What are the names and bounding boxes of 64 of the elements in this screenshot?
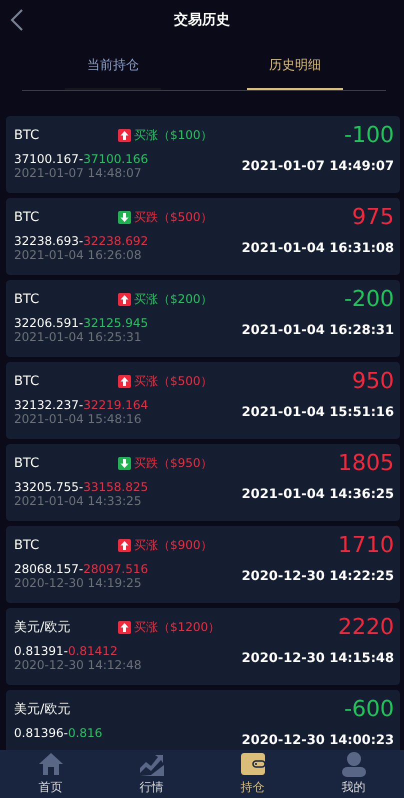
order-label: 买涨（$1200） (134, 618, 220, 636)
symbol-label: BTC (14, 538, 40, 552)
profit-value: 1805 (338, 452, 394, 476)
trade-card[interactable]: BTC 买涨（$500） 950 32132.237-32219.164 2021-01-04 15:48:16 2021-01-04 15:51:16 (6, 362, 400, 439)
trade-card[interactable]: 美元/欧元 -600 0.81396-0.816 2020-12-30 14:00:23 (6, 690, 400, 750)
order-label: 买涨（$500） (134, 372, 213, 390)
trade-card[interactable]: BTC 买涨（$200） -200 32206.591-32125.945 2021-01-04 16:25:31 2021-01-04 16:28:31 (6, 280, 400, 357)
order-label: 买涨（$100） (134, 126, 213, 144)
price-range: 0.81396-0.816 (14, 726, 104, 740)
close-time: 2021-01-04 14:36:25 (242, 486, 394, 502)
price-range: 32238.693-32238.692 (14, 234, 150, 248)
price-range: 32132.237-32219.164 (14, 398, 150, 412)
profit-value: -200 (344, 288, 394, 312)
symbol-label: BTC (14, 374, 40, 388)
page-title: 交易历史 (174, 11, 230, 29)
symbol-label: BTC (14, 456, 40, 470)
symbol-label: 美元/欧元 (14, 619, 72, 636)
open-time: 2020-12-30 14:19:25 (14, 576, 142, 592)
close-time: 2021-01-04 16:28:31 (242, 322, 394, 338)
profit-value: -600 (344, 698, 394, 722)
person-icon (340, 751, 366, 777)
close-time: 2020-12-30 14:00:23 (242, 732, 394, 748)
trade-card[interactable]: BTC 买涨（$900） 1710 28068.157-28097.516 2020-12-30 14:19:25 2020-12-30 14:22:25 (6, 526, 400, 603)
profit-value: 2220 (338, 616, 394, 640)
back-icon[interactable] (10, 9, 24, 31)
close-time: 2020-12-30 14:15:48 (242, 650, 394, 666)
symbol-label: 美元/欧元 (14, 701, 72, 718)
open-time: 2021-01-04 14:33:25 (14, 494, 142, 510)
symbol-label: BTC (14, 292, 40, 306)
price-range: 33205.755-33158.825 (14, 480, 150, 494)
order-label: 买跌（$500） (134, 208, 213, 226)
home-icon (38, 751, 64, 777)
trade-card[interactable]: 美元/欧元 买涨（$1200） 2220 0.81391-0.81412 2020-12-30 14:12:48 2020-12-30 14:15:48 (6, 608, 400, 685)
open-time: 2021-01-04 16:25:31 (14, 330, 142, 346)
open-time: 2021-01-07 14:48:07 (14, 166, 142, 182)
order-label: 买跌（$950） (134, 454, 213, 472)
open-time: 2021-01-04 15:48:16 (14, 412, 142, 428)
price-range: 32206.591-32125.945 (14, 316, 150, 330)
close-time: 2021-01-04 15:51:16 (242, 404, 394, 420)
open-time: 2020-12-30 14:12:48 (14, 658, 142, 674)
symbol-label: BTC (14, 128, 40, 142)
profit-value: 950 (352, 370, 394, 394)
tab[interactable]: 历史明细 (204, 40, 386, 90)
close-time: 2021-01-04 16:31:08 (242, 240, 394, 256)
nav-item[interactable]: 持仓 (202, 750, 303, 798)
order-label: 买涨（$200） (134, 290, 213, 308)
nav-item[interactable]: 行情 (101, 750, 202, 798)
price-range: 37100.167-37100.166 (14, 152, 150, 166)
order-label: 买涨（$900） (134, 536, 213, 554)
close-time: 2021-01-07 14:49:07 (242, 158, 394, 174)
close-time: 2020-12-30 14:22:25 (242, 568, 394, 584)
nav-item[interactable]: 首页 (0, 750, 101, 798)
symbol-label: BTC (14, 210, 40, 224)
open-time: 2021-01-04 16:26:08 (14, 248, 142, 264)
trade-card[interactable]: BTC 买跌（$500） 975 32238.693-32238.692 2021-01-04 16:26:08 2021-01-04 16:31:08 (6, 198, 400, 275)
trade-card[interactable]: BTC 买跌（$950） 1805 33205.755-33158.825 2021-01-04 14:33:25 2021-01-04 14:36:25 (6, 444, 400, 521)
tab[interactable]: 当前持仓 (22, 40, 204, 90)
nav-item[interactable]: 我的 (303, 750, 404, 798)
profit-value: 1710 (338, 534, 394, 558)
profit-value: 975 (352, 206, 394, 230)
price-range: 0.81391-0.81412 (14, 644, 119, 658)
trade-card[interactable]: BTC 买涨（$100） -100 37100.167-37100.166 2021-01-07 14:48:07 2021-01-07 14:49:07 (6, 116, 400, 193)
profit-value: -100 (344, 124, 394, 148)
price-range: 28068.157-28097.516 (14, 562, 150, 576)
